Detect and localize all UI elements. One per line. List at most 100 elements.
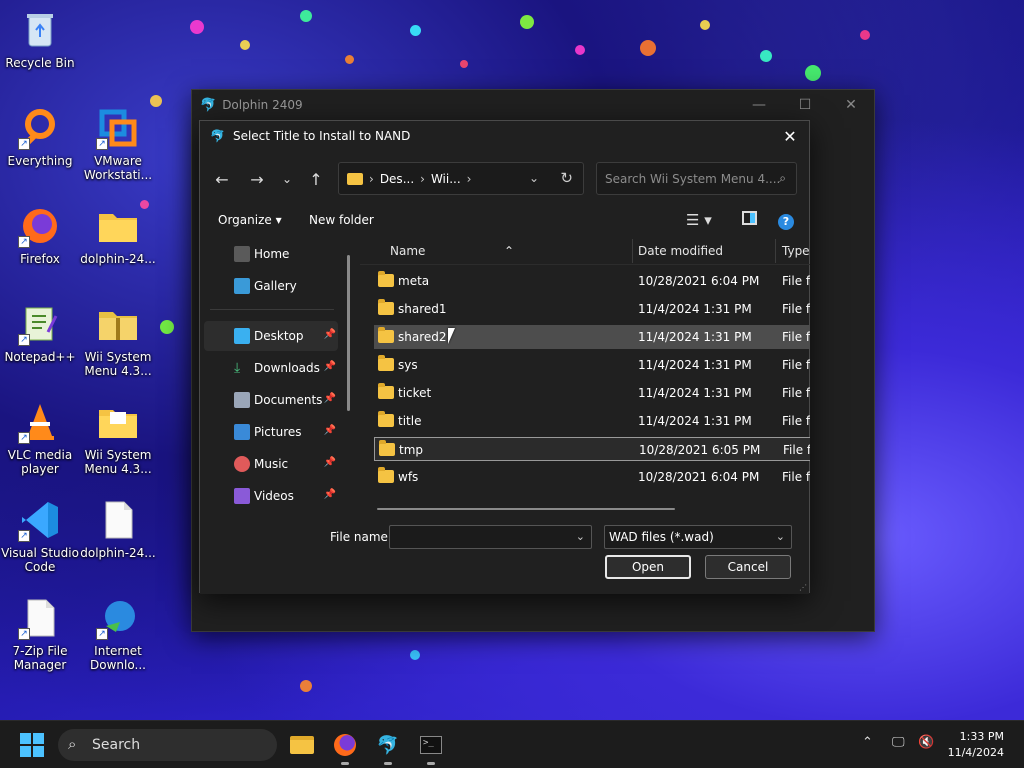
file-type: File fo bbox=[782, 470, 810, 484]
file-row-sys[interactable]: sys 11/4/2024 1:31 PM File fo bbox=[374, 353, 810, 377]
taskbar-search[interactable]: ⌕ Search bbox=[58, 729, 277, 761]
cancel-button[interactable]: Cancel bbox=[705, 555, 791, 579]
back-button[interactable]: ← bbox=[210, 167, 234, 191]
desktop-icon-firefox[interactable]: ↗ Firefox bbox=[0, 204, 80, 266]
view-options-icon[interactable]: ☰ ▾ bbox=[686, 211, 712, 229]
nav-item-music[interactable]: Music 📌 bbox=[204, 449, 338, 479]
column-name[interactable]: Name bbox=[390, 244, 425, 258]
file-explorer-icon bbox=[290, 736, 314, 754]
file-type-select[interactable]: WAD files (*.wad) ⌄ bbox=[604, 525, 792, 549]
folder-icon bbox=[96, 400, 140, 444]
desktop-icon-vscode[interactable]: ↗ Visual Studio Code bbox=[0, 498, 80, 574]
new-folder-button[interactable]: New folder bbox=[309, 213, 374, 227]
chevron-up-icon[interactable]: ⌃ bbox=[862, 735, 873, 750]
close-button[interactable]: ✕ bbox=[828, 90, 874, 120]
desktop-icon-everything[interactable]: ↗ Everything bbox=[0, 106, 80, 168]
desktop-icon-wii-archive[interactable]: Wii System Menu 4.3... bbox=[78, 302, 158, 378]
up-button[interactable]: ↑ bbox=[304, 167, 328, 191]
desktop-icon-dolphin-folder[interactable]: dolphin-24... bbox=[78, 204, 158, 266]
nav-item-desktop[interactable]: Desktop 📌 bbox=[204, 321, 338, 351]
folder-icon bbox=[96, 204, 140, 248]
start-button[interactable] bbox=[20, 733, 44, 757]
file-type: File fo bbox=[782, 302, 810, 316]
file-date: 11/4/2024 1:31 PM bbox=[638, 330, 752, 344]
desktop-icon-dolphin-file[interactable]: dolphin-24... bbox=[78, 498, 158, 560]
address-bar[interactable]: › Des... › Wii... › ⌄ ↻ bbox=[338, 162, 584, 195]
resize-grip-icon[interactable]: ⋰ bbox=[799, 583, 807, 592]
maximize-button[interactable]: ☐ bbox=[782, 90, 828, 120]
taskbar: ⌕ Search 🐬 >_ ⌃ 🖵 🔇 1:33 PM 11/4/2024 bbox=[0, 720, 1024, 768]
volume-muted-icon[interactable]: 🔇 bbox=[918, 735, 934, 750]
address-dropdown-icon[interactable]: ⌄ bbox=[529, 171, 539, 185]
file-row-title[interactable]: title 11/4/2024 1:31 PM File fo bbox=[374, 409, 810, 433]
desktop-icon-label: 7-Zip File Manager bbox=[12, 644, 68, 672]
refresh-icon[interactable]: ↻ bbox=[560, 169, 573, 187]
nav-item-gallery[interactable]: Gallery bbox=[204, 271, 338, 301]
preview-pane-icon[interactable] bbox=[742, 211, 757, 229]
file-row-tmp[interactable]: tmp 10/28/2021 6:05 PM File fo bbox=[374, 437, 810, 461]
column-type[interactable]: Type bbox=[782, 244, 810, 258]
desktop-icon-label: Visual Studio Code bbox=[1, 546, 79, 574]
shortcut-arrow-icon: ↗ bbox=[96, 628, 108, 640]
open-button[interactable]: Open bbox=[605, 555, 691, 579]
search-icon: ⌕ bbox=[779, 171, 786, 185]
desktop-icon-label: Wii System Menu 4.3... bbox=[84, 350, 152, 378]
organize-button[interactable]: Organize ▾ bbox=[218, 213, 282, 227]
desktop-icon-recycle-bin[interactable]: Recycle Bin bbox=[0, 8, 80, 70]
nav-item-pictures[interactable]: Pictures 📌 bbox=[204, 417, 338, 447]
gallery-icon bbox=[234, 278, 250, 294]
breadcrumb-separator: › bbox=[369, 171, 374, 186]
file-row-wfs[interactable]: wfs 10/28/2021 6:04 PM File fo bbox=[374, 465, 810, 489]
file-list-horizontal-scrollbar[interactable] bbox=[377, 508, 675, 510]
folder-icon bbox=[378, 327, 394, 343]
documents-icon bbox=[234, 392, 250, 408]
nav-item-label: Desktop bbox=[254, 329, 304, 343]
dolphin-icon: 🐬 bbox=[210, 129, 225, 143]
folder-icon bbox=[378, 411, 394, 427]
desktop-icon-label: Recycle Bin bbox=[5, 56, 75, 70]
search-input[interactable]: Search Wii System Menu 4.... ⌕ bbox=[596, 162, 797, 195]
desktop-icon-notepadpp[interactable]: ↗ Notepad++ bbox=[0, 302, 80, 364]
folder-icon bbox=[379, 440, 395, 456]
file-row-shared2[interactable]: shared2 11/4/2024 1:31 PM File fo bbox=[374, 325, 810, 349]
nav-item-home[interactable]: Home bbox=[204, 239, 338, 269]
taskbar-terminal[interactable]: >_ bbox=[415, 729, 447, 765]
desktop-icon-vlc[interactable]: ↗ VLC media player bbox=[0, 400, 80, 476]
folder-icon bbox=[347, 172, 363, 185]
taskbar-file-explorer[interactable] bbox=[286, 729, 318, 761]
breadcrumb-wii[interactable]: Wii... bbox=[431, 172, 461, 186]
forward-button[interactable]: → bbox=[245, 167, 269, 191]
system-clock[interactable]: 1:33 PM 11/4/2024 bbox=[948, 729, 1004, 761]
file-name-input[interactable]: ⌄ bbox=[389, 525, 592, 549]
dialog-close-button[interactable]: ✕ bbox=[777, 124, 803, 148]
nav-item-videos[interactable]: Videos 📌 bbox=[204, 481, 338, 511]
help-icon[interactable]: ? bbox=[778, 211, 794, 230]
minimize-button[interactable]: — bbox=[736, 90, 782, 120]
taskbar-firefox[interactable] bbox=[329, 729, 361, 765]
recent-locations-button[interactable]: ⌄ bbox=[275, 167, 299, 191]
vscode-icon: ↗ bbox=[18, 498, 62, 542]
nav-item-documents[interactable]: Documents 📌 bbox=[204, 385, 338, 415]
breadcrumb-desktop[interactable]: Des... bbox=[380, 172, 414, 186]
nav-pane-scrollbar[interactable] bbox=[347, 255, 350, 411]
archive-icon bbox=[96, 302, 140, 346]
file-icon bbox=[96, 498, 140, 542]
file-name: sys bbox=[398, 358, 418, 372]
network-icon[interactable]: 🖵 bbox=[892, 735, 905, 750]
chevron-down-icon[interactable]: ⌄ bbox=[576, 530, 585, 543]
file-date: 11/4/2024 1:31 PM bbox=[638, 302, 752, 316]
file-row-ticket[interactable]: ticket 11/4/2024 1:31 PM File fo bbox=[374, 381, 810, 405]
desktop-icon-wii-folder[interactable]: Wii System Menu 4.3... bbox=[78, 400, 158, 476]
column-date-modified[interactable]: Date modified bbox=[638, 244, 723, 258]
file-icon: ↗ bbox=[18, 596, 62, 640]
file-row-shared1[interactable]: shared1 11/4/2024 1:31 PM File fo bbox=[374, 297, 810, 321]
desktop-icon-7zip[interactable]: ↗ 7-Zip File Manager bbox=[0, 596, 80, 672]
taskbar-dolphin[interactable]: 🐬 bbox=[372, 729, 404, 765]
desktop-icon-vmware[interactable]: ↗ VMware Workstati... bbox=[78, 106, 158, 182]
breadcrumb-separator: › bbox=[420, 171, 425, 186]
nav-item-downloads[interactable]: ⤓ Downloads 📌 bbox=[204, 353, 338, 383]
column-headers: Name ⌃ Date modified Type bbox=[360, 237, 810, 265]
file-row-meta[interactable]: meta 10/28/2021 6:04 PM File fo bbox=[374, 269, 810, 293]
dolphin-icon: 🐬 bbox=[376, 734, 400, 756]
desktop-icon-idm[interactable]: ↗ Internet Downlo... bbox=[78, 596, 158, 672]
